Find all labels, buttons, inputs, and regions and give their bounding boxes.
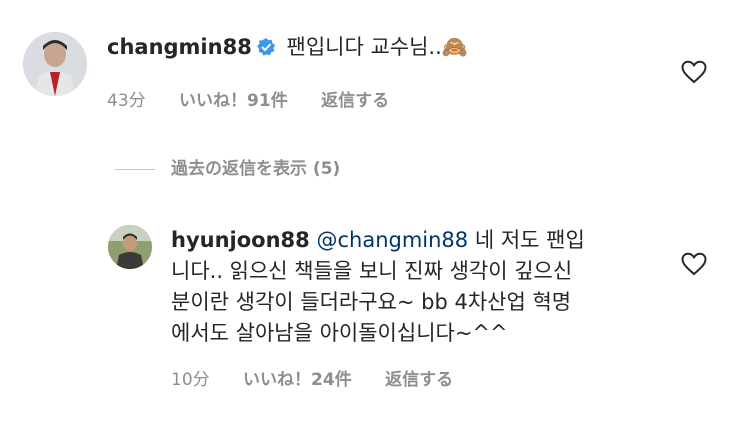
heart-icon[interactable]: [681, 252, 707, 276]
comment-reply-button[interactable]: 返信する: [321, 91, 389, 111]
reply-mention[interactable]: @changmin88: [316, 228, 468, 252]
comment-username[interactable]: changmin88: [107, 35, 252, 59]
reply-text-1: 네 저도 팬입: [468, 228, 585, 252]
comment-likes[interactable]: いいね！91件: [179, 91, 288, 111]
reply-line-4: 에서도 살아남을 아이돌이십니다~^^: [171, 321, 508, 345]
reply-reply-button[interactable]: 返信する: [385, 370, 453, 390]
reply-line-2: 니다.. 읽으신 책들을 보니 진짜 생각이 깊으신: [171, 259, 573, 283]
verified-badge-icon: [256, 35, 276, 66]
heart-icon[interactable]: [681, 60, 707, 84]
reply-meta: 10分 いいね！24件 返信する: [171, 365, 481, 390]
avatar-changmin88[interactable]: [23, 32, 87, 96]
comment-line: changmin88 팬입니다 교수님..🙈: [107, 32, 468, 66]
reply-time: 10分: [171, 370, 210, 390]
view-replies-button[interactable]: 過去の返信を表示 (5): [115, 154, 340, 179]
divider: [115, 168, 155, 170]
comment-meta: 43分 いいね！91件 返信する: [107, 86, 417, 111]
avatar-hyunjoon88[interactable]: [108, 225, 152, 269]
comment-text: 팬입니다 교수님..🙈: [286, 35, 468, 59]
reply-line-3: 분이란 생각이 들더라구요~ bb 4차산업 혁명: [171, 290, 572, 314]
view-replies-label: 過去の返信を表示 (5): [171, 159, 341, 179]
comment-time: 43分: [107, 91, 146, 111]
reply-username[interactable]: hyunjoon88: [171, 228, 310, 252]
reply-line-1: hyunjoon88 @changmin88 네 저도 팬입: [171, 225, 585, 256]
reply-likes[interactable]: いいね！24件: [243, 370, 352, 390]
